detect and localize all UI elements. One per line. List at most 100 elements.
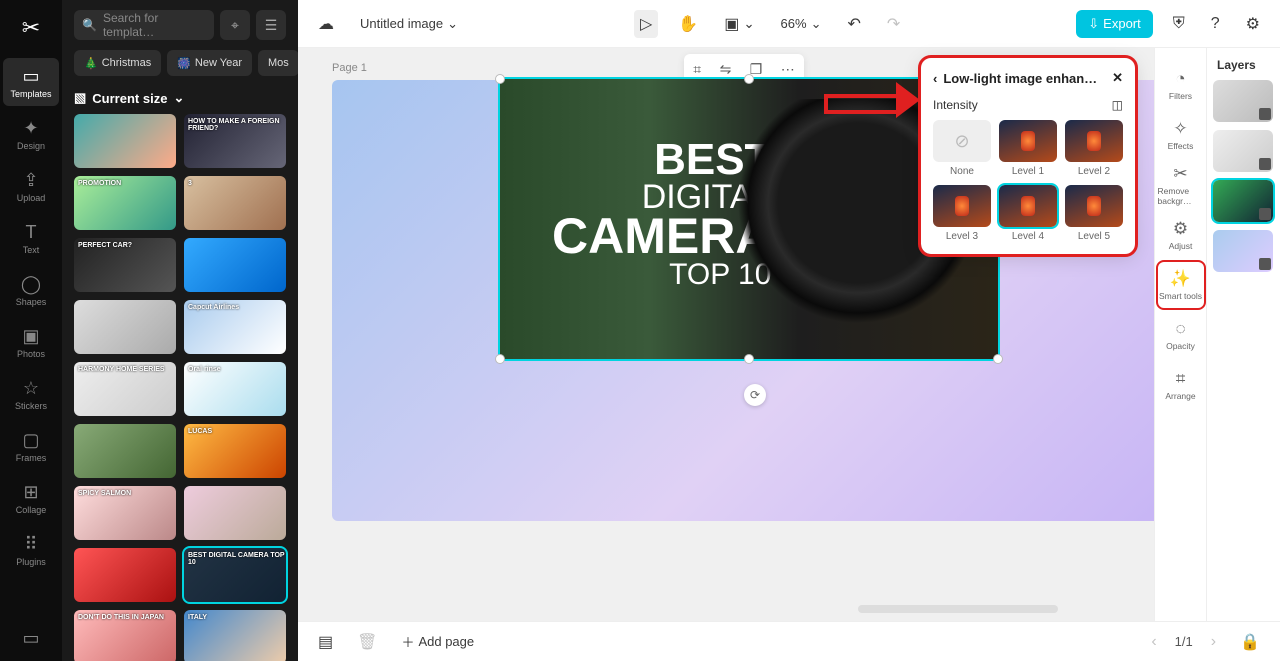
frames-icon: ▢ xyxy=(22,430,39,451)
compare-icon[interactable]: ◫ xyxy=(1112,98,1123,112)
template-item[interactable]: DON'T DO THIS IN JAPAN xyxy=(74,610,176,661)
nav-text[interactable]: TText xyxy=(3,214,59,262)
level-swatch xyxy=(933,185,991,227)
nav-plugins[interactable]: ⠿Plugins xyxy=(3,526,59,574)
template-item[interactable]: BEST DIGITAL CAMERA TOP 10 xyxy=(184,548,286,602)
nav-stickers[interactable]: ☆Stickers xyxy=(3,370,59,418)
select-tool[interactable]: ▷ xyxy=(634,10,658,38)
app-logo[interactable]: ✂ xyxy=(11,8,51,48)
template-item[interactable]: 3 xyxy=(184,176,286,230)
annotation-arrow xyxy=(824,82,920,118)
template-item[interactable] xyxy=(74,300,176,354)
chevron-down-icon: ⌄ xyxy=(811,16,822,32)
filter-icon[interactable]: ☰ xyxy=(256,10,286,40)
more-icon[interactable]: ⋯ xyxy=(781,61,795,78)
settings-icon[interactable]: ⚙ xyxy=(1240,10,1266,38)
close-icon[interactable]: ✕ xyxy=(1112,70,1123,86)
layer-thumb[interactable] xyxy=(1213,230,1273,272)
crop-search-icon[interactable]: ⌖ xyxy=(220,10,250,40)
zoom-dropdown[interactable]: 66% ⌄ xyxy=(775,12,828,36)
resize-handle[interactable] xyxy=(495,74,505,84)
intensity-level-2[interactable]: Level 2 xyxy=(1065,120,1123,177)
size-dropdown[interactable]: ▧ Current size ⌄ xyxy=(62,86,298,114)
export-button[interactable]: ⇩ Export xyxy=(1076,10,1152,38)
tool-opacity[interactable]: ◌Opacity xyxy=(1158,312,1204,358)
lock-icon[interactable]: 🔒 xyxy=(1234,628,1266,656)
template-item[interactable]: HARMONY HOME SERIES xyxy=(74,362,176,416)
pages-icon[interactable]: ▤ xyxy=(312,628,339,656)
document-title[interactable]: Untitled image ⌄ xyxy=(354,12,464,36)
nav-design[interactable]: ✦Design xyxy=(3,110,59,158)
nav-templates[interactable]: ▭Templates xyxy=(3,58,59,106)
template-item[interactable]: ITALY xyxy=(184,610,286,661)
plugins-icon: ⠿ xyxy=(24,534,37,555)
chevron-down-icon: ⌄ xyxy=(173,90,184,106)
template-item[interactable] xyxy=(74,114,176,168)
intensity-none[interactable]: ⊘None xyxy=(933,120,991,177)
template-item[interactable] xyxy=(184,238,286,292)
resize-handle[interactable] xyxy=(993,354,1003,364)
template-item[interactable]: LUCAS xyxy=(184,424,286,478)
resize-handle[interactable] xyxy=(744,354,754,364)
intensity-level-3[interactable]: Level 3 xyxy=(933,185,991,242)
page-counter: 1/1 xyxy=(1175,634,1193,649)
cloud-sync-icon[interactable]: ☁ xyxy=(312,10,340,38)
template-item[interactable] xyxy=(184,486,286,540)
nav-upload[interactable]: ⇪Upload xyxy=(3,162,59,210)
tool-filters[interactable]: ◔Filters xyxy=(1158,62,1204,108)
tag-new-year[interactable]: 🎆New Year xyxy=(167,50,252,76)
tool-arrange[interactable]: ⌗Arrange xyxy=(1158,362,1204,408)
layer-thumb[interactable] xyxy=(1213,180,1273,222)
rotate-handle[interactable]: ⟳ xyxy=(744,384,766,406)
template-item[interactable]: Oral rinse xyxy=(184,362,286,416)
template-item[interactable]: Capcut Airlines xyxy=(184,300,286,354)
intensity-level-5[interactable]: Level 5 xyxy=(1065,185,1123,242)
nav-collapse-icon[interactable]: ▭ xyxy=(3,628,59,649)
tool-adjust[interactable]: ⚙Adjust xyxy=(1158,212,1204,258)
nav-frames[interactable]: ▢Frames xyxy=(3,422,59,470)
template-item[interactable]: PROMOTION xyxy=(74,176,176,230)
layer-thumb[interactable] xyxy=(1213,80,1273,122)
download-icon: ⇩ xyxy=(1088,16,1099,32)
intensity-level-1[interactable]: Level 1 xyxy=(999,120,1057,177)
tool-smart-tools[interactable]: ✨Smart tools xyxy=(1158,262,1204,308)
tool-effects[interactable]: ✧Effects xyxy=(1158,112,1204,158)
undo-button[interactable]: ↶ xyxy=(841,10,866,38)
intensity-level-4[interactable]: Level 4 xyxy=(999,185,1057,242)
next-page-icon[interactable]: › xyxy=(1205,629,1222,655)
template-item[interactable]: HOW TO MAKE A FOREIGN FRIEND? xyxy=(184,114,286,168)
horizontal-scrollbar[interactable] xyxy=(858,605,1058,613)
tag-mos[interactable]: Mos xyxy=(258,50,298,76)
add-page-button[interactable]: ＋ Add page xyxy=(395,628,480,655)
low-light-enhance-popup: ‹ Low-light image enhan… ✕ Intensity ◫ ⊘… xyxy=(921,58,1135,254)
flip-icon[interactable]: ⇋ xyxy=(720,61,732,78)
opacity-icon: ◌ xyxy=(1175,319,1185,339)
search-input[interactable]: 🔍 Search for templat… xyxy=(74,10,214,40)
resize-handle[interactable] xyxy=(495,354,505,364)
redo-button[interactable]: ↷ xyxy=(881,10,906,38)
help-icon[interactable]: ? xyxy=(1205,11,1226,37)
tag-christmas[interactable]: 🎄Christmas xyxy=(74,50,161,76)
template-item[interactable] xyxy=(74,424,176,478)
nav-collage[interactable]: ⊞Collage xyxy=(3,474,59,522)
stickers-icon: ☆ xyxy=(23,378,39,399)
photos-icon: ▣ xyxy=(22,326,39,347)
tool-remove-backgr-[interactable]: ✂Remove backgr… xyxy=(1158,162,1204,208)
delete-icon[interactable]: 🗑 xyxy=(351,628,383,656)
arrange-icon: ⌗ xyxy=(1176,369,1186,389)
template-item[interactable] xyxy=(74,548,176,602)
prev-page-icon[interactable]: ‹ xyxy=(1145,629,1162,655)
resize-handle[interactable] xyxy=(744,74,754,84)
template-item[interactable]: PERFECT CAR? xyxy=(74,238,176,292)
template-item[interactable]: SPICY SALMON xyxy=(74,486,176,540)
shield-icon[interactable]: ⛨ xyxy=(1167,11,1191,37)
crop-icon[interactable]: ⌗ xyxy=(693,61,701,78)
back-icon[interactable]: ‹ xyxy=(933,71,937,86)
hand-tool[interactable]: ✋ xyxy=(672,10,704,38)
nav-shapes[interactable]: ◯Shapes xyxy=(3,266,59,314)
crop-tool[interactable]: ▣⌄ xyxy=(718,10,760,38)
nav-photos[interactable]: ▣Photos xyxy=(3,318,59,366)
layer-thumb[interactable] xyxy=(1213,130,1273,172)
size-icon: ▧ xyxy=(74,90,86,106)
plus-icon: ＋ xyxy=(401,632,414,651)
